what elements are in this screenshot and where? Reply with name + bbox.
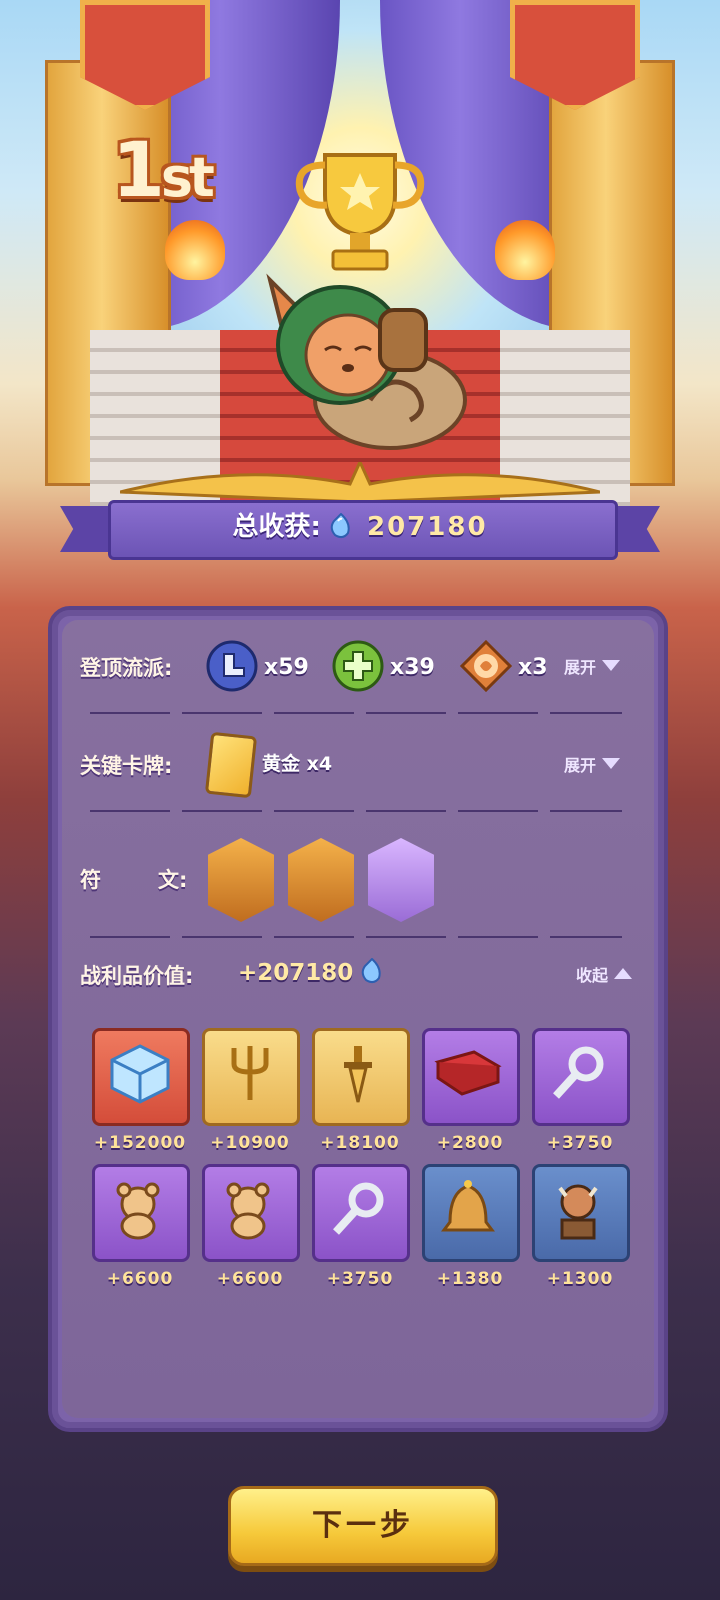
divider [90, 712, 622, 714]
loot-item-value: +6600 [106, 1269, 174, 1289]
loot-item-value: +3750 [546, 1133, 614, 1153]
total-value: 207180 [366, 512, 488, 542]
total-banner: 总收获: 207180 [60, 492, 660, 562]
key-cards-label: 关键卡牌: [80, 754, 173, 778]
golden-dagger-icon [344, 1046, 372, 1103]
key-cards-expand-button[interactable]: 展开 [564, 752, 621, 776]
loot-item-value: +18100 [320, 1133, 400, 1153]
green-cross-badge-icon [332, 640, 384, 692]
ring-rune-icon [368, 838, 434, 922]
chevron-down-icon [602, 660, 621, 671]
treasure-chest-rune-icon [288, 838, 354, 922]
blue-gem-icon [330, 513, 350, 539]
divider [90, 936, 622, 938]
genre-count-3: x3 [518, 655, 548, 680]
silver-key-icon [553, 1046, 604, 1099]
genre-count-1: x59 [264, 655, 309, 680]
loot-item-value: +3750 [326, 1269, 394, 1289]
golden-trident-icon [231, 1046, 269, 1100]
loot-collapse-button[interactable]: 收起 [576, 962, 633, 986]
genre-count-2: x39 [390, 655, 435, 680]
boot-badge-icon [206, 640, 258, 692]
genre-expand-button[interactable]: 展开 [564, 654, 621, 678]
ice-cube-icon [110, 1044, 170, 1104]
rank-title: 1st [112, 125, 215, 214]
chevron-down-icon [602, 758, 621, 769]
loot-item-value: +1300 [546, 1269, 614, 1289]
results-panel [48, 606, 668, 1432]
key-card-entry: 黄金 x4 [262, 753, 333, 775]
runes-label-1: 符 [80, 868, 101, 892]
loot-item-value: +6600 [216, 1269, 284, 1289]
gold-card-icon [204, 731, 258, 799]
next-step-button[interactable]: 下一步 [228, 1486, 498, 1566]
squirrel-mascot [266, 273, 467, 450]
victory-background: 1st 总收获: 207180 登顶流派: x59 x39 x3 展开 关键卡牌… [0, 0, 720, 1600]
loot-value: +207180 [238, 958, 383, 986]
flame-icon [495, 220, 555, 280]
bull-statue-icon [558, 1184, 598, 1240]
teddy-bear-icon [226, 1182, 270, 1240]
blue-gem-icon [362, 958, 381, 984]
silver-key-icon [333, 1182, 384, 1235]
flame-icon [165, 220, 225, 280]
divider [90, 810, 622, 812]
runes-label-2: 文: [158, 868, 188, 892]
loot-item-value: +10900 [210, 1133, 290, 1153]
loot-value-label: 战利品价值: [80, 964, 194, 988]
red-book-icon [434, 1050, 502, 1096]
orange-swirl-badge-icon [460, 640, 512, 692]
running-figure-rune-icon [208, 838, 274, 922]
total-label: 总收获: [232, 512, 321, 542]
loot-item-value: +2800 [436, 1133, 504, 1153]
bronze-bell-icon [441, 1180, 495, 1232]
loot-item-value: +1380 [436, 1269, 504, 1289]
genre-label: 登顶流派: [80, 656, 173, 680]
chevron-up-icon [614, 968, 633, 979]
loot-item-value: +152000 [93, 1133, 187, 1153]
teddy-bear-icon [116, 1182, 160, 1240]
